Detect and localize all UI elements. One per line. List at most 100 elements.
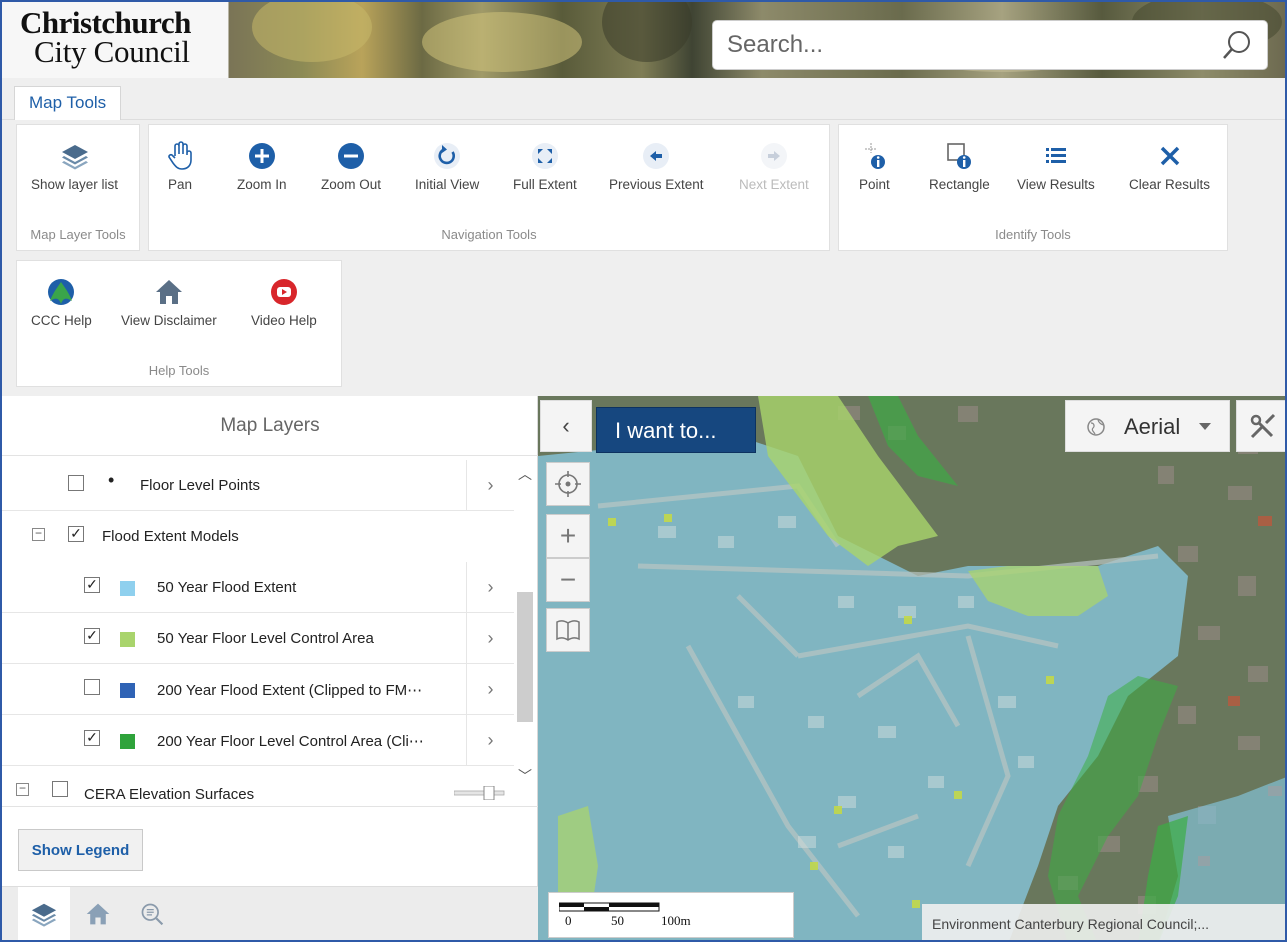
layer-row-floor-level-points[interactable]: • Floor Level Points › <box>2 460 514 511</box>
youtube-icon <box>270 279 297 305</box>
zoom-in-label: Zoom In <box>237 177 287 192</box>
clear-results-button[interactable]: Clear Results <box>1129 141 1210 192</box>
footer-search-tab[interactable] <box>126 887 178 940</box>
map-zoom-out-button[interactable]: − <box>546 558 590 602</box>
point-label: Point <box>859 177 890 192</box>
video-help-label: Video Help <box>251 313 317 328</box>
layer-swatch <box>120 581 135 596</box>
basemap-selector[interactable]: Aerial <box>1065 400 1230 452</box>
layer-row-200-year-flood-extent[interactable]: 200 Year Flood Extent (Clipped to FM⋯ › <box>2 664 514 715</box>
layer-row-200-year-floor-level[interactable]: ✓ 200 Year Floor Level Control Area (Cli… <box>2 715 514 766</box>
opacity-slider[interactable] <box>454 786 506 800</box>
rectangle-label: Rectangle <box>929 177 990 192</box>
layer-list: • Floor Level Points › − ✓ Flood Extent … <box>2 460 514 805</box>
aerial-map-image[interactable] <box>538 396 1287 942</box>
full-extent-button[interactable]: Full Extent <box>513 141 577 192</box>
map-zoom-in-button[interactable]: + <box>546 514 590 558</box>
crosshair-icon <box>555 471 581 497</box>
video-help-button[interactable]: Video Help <box>251 277 317 328</box>
collapse-group-icon[interactable]: − <box>32 527 45 541</box>
pan-button[interactable]: Pan <box>165 141 195 192</box>
layers-icon <box>61 145 88 170</box>
map-tools-button[interactable] <box>1236 400 1285 452</box>
map-layer-tools-title: Map Layer Tools <box>30 227 126 242</box>
layer-row-50-year-floor-level[interactable]: ✓ 50 Year Floor Level Control Area › <box>2 613 514 664</box>
layer-swatch <box>120 683 135 698</box>
point-identify-button[interactable]: Point <box>859 141 890 192</box>
i-want-to-button[interactable]: I want to... <box>596 407 756 453</box>
refresh-icon <box>434 143 461 169</box>
rectangle-info-icon <box>947 143 972 169</box>
header-banner: Christchurch City Council <box>2 2 1285 78</box>
initial-view-button[interactable]: Initial View <box>415 141 479 192</box>
scale-label-100: 100m <box>661 913 691 928</box>
layer-label: 50 Year Flood Extent <box>157 579 297 596</box>
layer-expand-arrow[interactable]: › <box>466 613 514 664</box>
layer-checkbox[interactable]: ✓ <box>84 577 100 593</box>
point-info-icon <box>865 143 886 169</box>
wrench-screwdriver-icon <box>1250 413 1276 439</box>
layer-expand-arrow[interactable]: › <box>466 460 514 511</box>
layer-label: 200 Year Floor Level Control Area (Cli⋯ <box>157 733 424 750</box>
show-layer-list-button[interactable]: Show layer list <box>31 141 118 192</box>
footer-home-tab[interactable] <box>72 887 124 940</box>
layer-swatch <box>120 632 135 647</box>
scroll-down-icon[interactable]: ﹀ <box>517 766 533 784</box>
layer-checkbox[interactable]: ✓ <box>68 526 84 542</box>
zoom-in-button[interactable]: Zoom In <box>237 141 287 192</box>
map-layers-panel: Map Layers • Floor Level Points › − ✓ Fl… <box>2 396 538 940</box>
layers-icon <box>31 903 57 927</box>
layer-expand-arrow[interactable]: › <box>466 715 514 766</box>
scroll-up-icon[interactable]: ︿ <box>517 464 533 482</box>
layer-checkbox[interactable]: ✓ <box>84 730 100 746</box>
layer-group-cera-elevation[interactable]: − CERA Elevation Surfaces <box>2 766 514 805</box>
map-attribution[interactable]: Environment Canterbury Regional Council;… <box>922 904 1285 940</box>
scroll-thumb[interactable] <box>517 592 533 722</box>
previous-extent-label: Previous Extent <box>609 177 704 192</box>
view-results-button[interactable]: View Results <box>1017 141 1095 192</box>
layer-checkbox[interactable] <box>68 475 84 491</box>
ccc-help-icon <box>48 279 75 305</box>
show-layer-list-label: Show layer list <box>31 177 119 192</box>
layer-list-scrollbar[interactable]: ︿ ﹀ <box>514 460 536 805</box>
bookmarks-button[interactable] <box>546 608 590 652</box>
footer-layers-tab[interactable] <box>18 887 70 940</box>
layer-checkbox[interactable] <box>84 679 100 695</box>
ccc-help-button[interactable]: CCC Help <box>31 277 92 328</box>
show-legend-button[interactable]: Show Legend <box>18 829 143 871</box>
layer-checkbox[interactable]: ✓ <box>84 628 100 644</box>
next-extent-button[interactable]: Next Extent <box>739 141 809 192</box>
collapse-panel-button[interactable]: ‹ <box>540 400 592 452</box>
list-icon <box>1045 148 1066 163</box>
search-icon[interactable] <box>1221 29 1253 61</box>
toolbar: Show layer list Map Layer Tools Pan Zoom… <box>2 120 1285 396</box>
logo-line-1: Christchurch <box>20 5 191 40</box>
locate-button[interactable] <box>546 462 590 506</box>
previous-extent-button[interactable]: Previous Extent <box>609 141 704 192</box>
rectangle-identify-button[interactable]: Rectangle <box>929 141 990 192</box>
minus-circle-icon <box>338 143 365 169</box>
map-view[interactable]: ‹ I want to... Aerial + − 0 50 100m Envi… <box>538 396 1287 942</box>
help-tools-group: CCC Help View Disclaimer Video Help Help… <box>16 260 342 387</box>
search-input[interactable] <box>727 31 1207 59</box>
view-disclaimer-label: View Disclaimer <box>121 313 217 328</box>
view-disclaimer-button[interactable]: View Disclaimer <box>121 277 217 328</box>
ccc-logo[interactable]: Christchurch City Council <box>2 2 228 78</box>
layer-group-flood-extent-models[interactable]: − ✓ Flood Extent Models <box>2 511 514 562</box>
layer-expand-arrow[interactable]: › <box>466 664 514 715</box>
identify-tools-group: Point Rectangle View Results Clear Resul… <box>838 124 1228 251</box>
layer-checkbox[interactable] <box>52 781 68 797</box>
layer-label: 50 Year Floor Level Control Area <box>157 630 374 647</box>
navigation-tools-group: Pan Zoom In Zoom Out Initial View Full E… <box>148 124 830 251</box>
help-tools-title: Help Tools <box>148 363 210 378</box>
app-window: Christchurch City Council Map Tools Show <box>0 0 1287 942</box>
globe-icon <box>1087 418 1105 436</box>
tab-map-tools[interactable]: Map Tools <box>14 86 122 121</box>
collapse-group-icon[interactable]: − <box>16 782 29 796</box>
layer-expand-arrow[interactable]: › <box>466 562 514 613</box>
initial-view-label: Initial View <box>415 177 480 192</box>
tab-bar: Map Tools <box>2 78 1285 121</box>
zoom-out-button[interactable]: Zoom Out <box>321 141 381 192</box>
next-extent-label: Next Extent <box>739 177 809 192</box>
layer-row-50-year-flood-extent[interactable]: ✓ 50 Year Flood Extent › <box>2 562 514 613</box>
